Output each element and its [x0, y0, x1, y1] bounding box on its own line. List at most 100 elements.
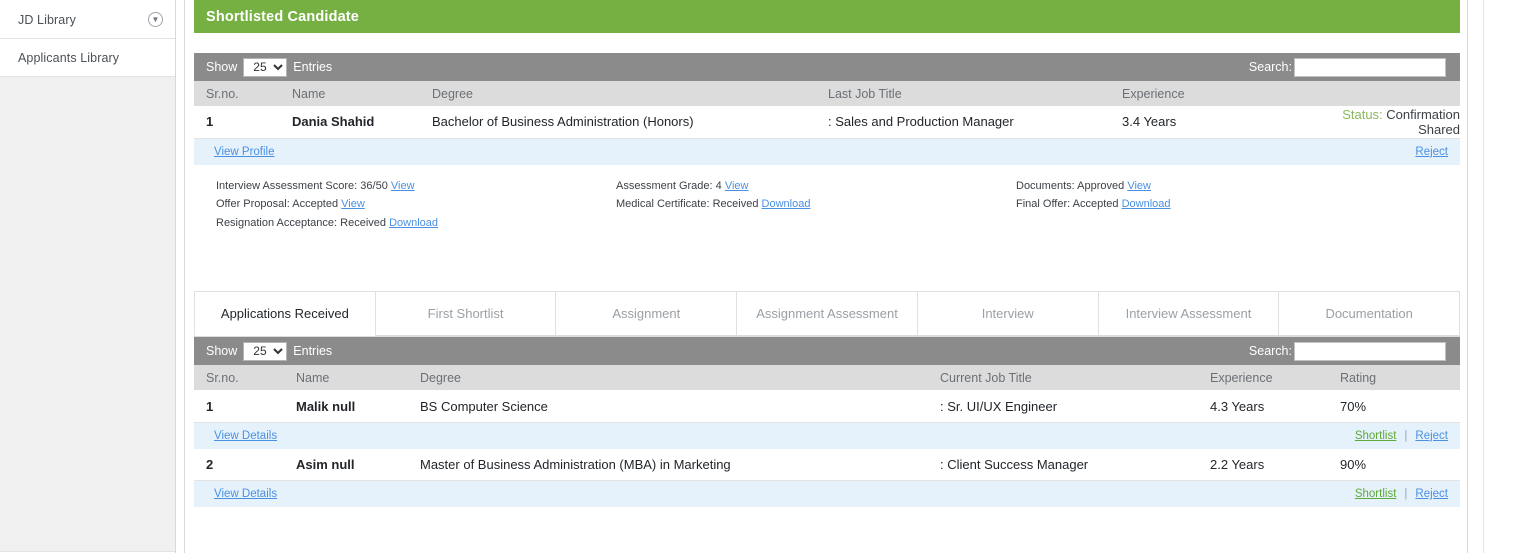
detail-label: Interview Assessment Score: — [216, 179, 358, 192]
detail-medical-certificate: Medical Certificate: Received Download — [616, 197, 1016, 213]
reject-link[interactable]: Reject — [1415, 146, 1448, 158]
tab-assignment-assessment[interactable]: Assignment Assessment — [737, 291, 918, 337]
view-details-link[interactable]: View Details — [214, 488, 277, 500]
col-last-job-title: Last Job Title — [816, 81, 1110, 106]
col-status — [1310, 81, 1460, 106]
applications-table: Sr.no. Name Degree Current Job Title Exp… — [194, 365, 1460, 423]
tab-assignment[interactable]: Assignment — [556, 291, 738, 337]
status-badge: Status: Confirmation Shared — [1310, 106, 1460, 139]
detail-value: Received — [712, 198, 759, 211]
table-header-row: Sr.no. Name Degree Current Job Title Exp… — [194, 365, 1460, 391]
cell-srno: 1 — [194, 106, 280, 139]
detail-documents: Documents: Approved View — [1016, 179, 1416, 195]
detail-column-3: Documents: Approved View Final Offer: Ac… — [1016, 179, 1416, 236]
col-experience: Experience — [1198, 365, 1328, 391]
tab-label: Assignment Assessment — [756, 306, 898, 322]
sidebar-item-label: Applicants Library — [18, 50, 120, 65]
detail-value: Received — [340, 217, 387, 230]
shortlisted-table: Sr.no. Name Degree Last Job Title Experi… — [194, 81, 1460, 139]
applications-table-row-2: 2 Asim null Master of Business Administr… — [194, 448, 1460, 482]
table-row: 2 Asim null Master of Business Administr… — [194, 448, 1460, 482]
sidebar-item-label: JD Library — [18, 12, 76, 27]
entries-select[interactable]: 25 — [243, 57, 288, 77]
search-label: Search: — [1248, 344, 1292, 359]
tab-first-shortlist[interactable]: First Shortlist — [375, 291, 557, 337]
applications-table-toolbar: Show 25 Entries Search: — [194, 337, 1460, 366]
cell-experience: 2.2 Years — [1198, 448, 1328, 482]
shortlist-link[interactable]: Shortlist — [1355, 430, 1397, 442]
view-details-link[interactable]: View Details — [214, 430, 277, 442]
detail-label: Assessment Grade: — [616, 179, 713, 192]
entries-select[interactable]: 25 — [243, 341, 288, 361]
tab-label: Interview Assessment — [1125, 306, 1252, 322]
tab-label: First Shortlist — [427, 306, 504, 322]
action-separator: | — [1404, 429, 1408, 442]
cell-degree: BS Computer Science — [408, 390, 928, 423]
download-link[interactable]: Download — [762, 198, 811, 210]
tab-label: Assignment — [612, 306, 681, 322]
col-rating: Rating — [1328, 365, 1460, 391]
detail-label: Offer Proposal: — [216, 198, 290, 211]
application-row-1-action-bar: View Details Shortlist | Reject — [194, 422, 1460, 449]
col-srno: Sr.no. — [194, 81, 280, 106]
entries-label: Entries — [293, 60, 333, 74]
col-degree: Degree — [408, 365, 928, 391]
reject-link[interactable]: Reject — [1415, 430, 1448, 442]
chevron-down-circle-icon[interactable]: ▼ — [148, 12, 163, 27]
view-link[interactable]: View — [1127, 180, 1151, 192]
detail-value: Approved — [1077, 179, 1125, 192]
cell-experience: 3.4 Years — [1110, 106, 1310, 139]
tab-documentation[interactable]: Documentation — [1279, 291, 1461, 337]
shortlisted-action-bar: View Profile Reject — [194, 138, 1460, 165]
tab-label: Documentation — [1325, 306, 1413, 322]
tab-label: Applications Received — [220, 306, 349, 322]
table-row: 1 Malik null BS Computer Science : Sr. U… — [194, 390, 1460, 423]
application-row-2-action-bar: View Details Shortlist | Reject — [194, 481, 1460, 508]
download-link[interactable]: Download — [1122, 198, 1171, 210]
view-link[interactable]: View — [391, 180, 415, 192]
table-row: 1 Dania Shahid Bachelor of Business Admi… — [194, 106, 1460, 139]
sidebar-item-jd-library[interactable]: JD Library ▼ — [0, 1, 175, 39]
view-link[interactable]: View — [725, 180, 749, 192]
detail-label: Resignation Acceptance: — [216, 217, 338, 230]
tab-interview[interactable]: Interview — [917, 291, 1099, 337]
reject-link[interactable]: Reject — [1415, 488, 1448, 500]
col-degree: Degree — [420, 81, 816, 106]
cell-name: Asim null — [284, 448, 408, 482]
search-label: Search: — [1248, 60, 1292, 74]
candidate-detail-grid: Interview Assessment Score: 36/50 View O… — [194, 165, 1460, 236]
cell-rating: 90% — [1328, 448, 1460, 482]
detail-assessment-grade: Assessment Grade: 4 View — [616, 179, 1016, 195]
entries-label: Entries — [293, 344, 333, 359]
tab-interview-assessment[interactable]: Interview Assessment — [1098, 291, 1280, 337]
cell-experience: 4.3 Years — [1198, 390, 1328, 423]
detail-value: Accepted — [292, 198, 339, 211]
tab-applications-received[interactable]: Applications Received — [194, 291, 376, 337]
status-value: Confirmation Shared — [1386, 106, 1460, 137]
right-rail-outer — [1467, 0, 1468, 553]
action-separator: | — [1404, 488, 1408, 501]
cell-degree: Master of Business Administration (MBA) … — [408, 448, 928, 482]
sidebar-item-applicants-library[interactable]: Applicants Library — [0, 39, 175, 77]
col-name: Name — [280, 81, 420, 106]
view-profile-link[interactable]: View Profile — [214, 146, 275, 158]
search-input[interactable] — [1294, 341, 1446, 361]
detail-label: Medical Certificate: — [616, 198, 710, 211]
cell-current-job-title: : Sr. UI/UX Engineer — [928, 390, 1198, 423]
detail-interview-assessment-score: Interview Assessment Score: 36/50 View — [216, 179, 616, 195]
show-label: Show — [206, 60, 238, 74]
view-link[interactable]: View — [341, 198, 365, 210]
right-rail-inner — [1483, 0, 1484, 553]
detail-value: 4 — [715, 179, 722, 192]
detail-resignation-acceptance: Resignation Acceptance: Received Downloa… — [216, 216, 616, 232]
search-input[interactable] — [1294, 57, 1446, 77]
shortlist-link[interactable]: Shortlist — [1355, 488, 1397, 500]
page-root: JD Library ▼ Applicants Library Shortlis… — [0, 0, 1514, 553]
col-current-job-title: Current Job Title — [928, 365, 1198, 391]
cell-current-job-title: : Client Success Manager — [928, 448, 1198, 482]
sidebar-empty-area — [0, 77, 175, 552]
detail-column-2: Assessment Grade: 4 View Medical Certifi… — [616, 179, 1016, 236]
table-header-row: Sr.no. Name Degree Last Job Title Experi… — [194, 81, 1460, 106]
download-link[interactable]: Download — [389, 217, 438, 229]
sidebar: JD Library ▼ Applicants Library — [0, 0, 176, 553]
